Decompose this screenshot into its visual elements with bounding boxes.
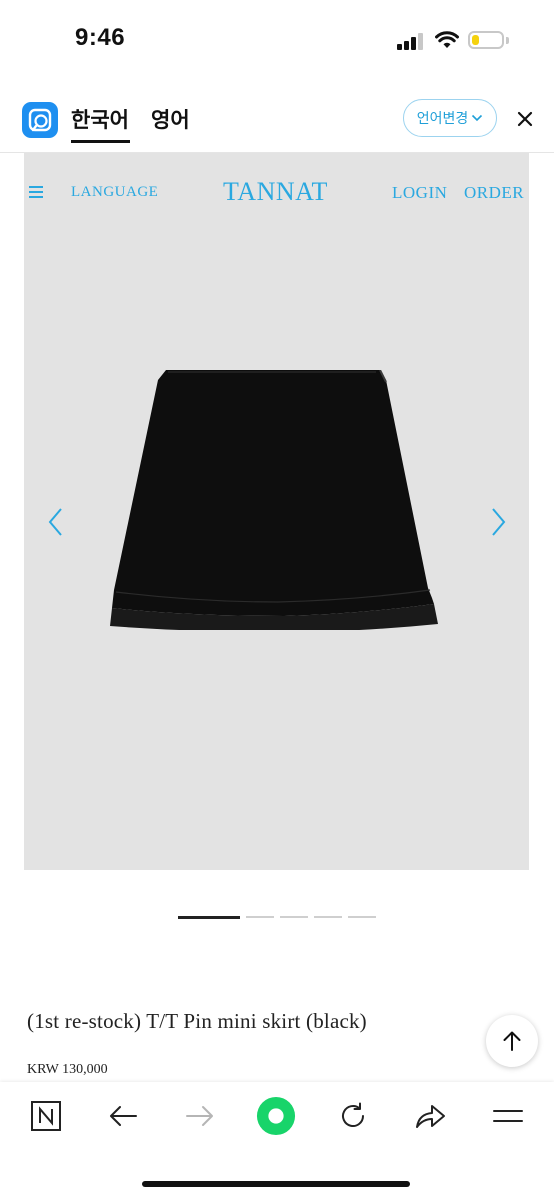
product-price: KRW 130,000: [27, 1062, 108, 1077]
battery-cap: [506, 37, 509, 44]
cellular-signal-icon: [397, 32, 425, 50]
carousel-dot[interactable]: [314, 916, 342, 918]
refresh-icon[interactable]: [333, 1096, 373, 1136]
tab-source-language[interactable]: 한국어: [71, 104, 129, 134]
chevron-right-icon[interactable]: [488, 507, 508, 537]
active-tab-underline: [71, 140, 130, 143]
tab-target-language[interactable]: 영어: [151, 104, 190, 134]
product-image: [110, 370, 438, 630]
wifi-icon: [435, 31, 459, 48]
scroll-to-top-button[interactable]: [486, 1015, 538, 1067]
home-indicator: [142, 1181, 410, 1187]
close-icon[interactable]: [514, 108, 536, 130]
carousel-dot[interactable]: [348, 916, 376, 918]
back-arrow-icon[interactable]: [103, 1096, 143, 1136]
change-language-button[interactable]: 언어변경: [403, 99, 497, 137]
nav-order-link[interactable]: ORDER: [464, 183, 524, 203]
change-language-label: 언어변경: [416, 111, 469, 127]
carousel-dot[interactable]: [246, 916, 274, 918]
status-time: 9:46: [75, 24, 126, 51]
green-dot-icon[interactable]: [256, 1096, 296, 1136]
naver-n-icon[interactable]: [26, 1096, 66, 1136]
status-bar: 9:46: [0, 0, 554, 84]
hamburger-icon[interactable]: [29, 186, 43, 198]
chevron-left-icon[interactable]: [46, 507, 66, 537]
carousel-dot[interactable]: [280, 916, 308, 918]
carousel-dot[interactable]: [178, 915, 240, 919]
nav-language-link[interactable]: LANGUAGE: [71, 184, 158, 201]
product-title: (1st re-stock) T/T Pin mini skirt (black…: [27, 1009, 367, 1033]
nav-login-link[interactable]: LOGIN: [392, 183, 447, 203]
papago-icon[interactable]: [22, 102, 58, 138]
product-gallery: LANGUAGE TANNAT LOGIN ORDER: [24, 153, 529, 870]
chevron-down-icon: [472, 114, 483, 122]
site-logo[interactable]: TANNAT: [223, 177, 328, 207]
share-icon[interactable]: [410, 1096, 450, 1136]
battery-icon: [468, 31, 504, 49]
menu-lines-icon[interactable]: [488, 1096, 528, 1136]
arrow-up-icon: [503, 1031, 521, 1051]
battery-level: [472, 35, 479, 45]
translate-bar: 한국어 영어 언어변경: [0, 90, 554, 153]
forward-arrow-icon[interactable]: [180, 1096, 220, 1136]
